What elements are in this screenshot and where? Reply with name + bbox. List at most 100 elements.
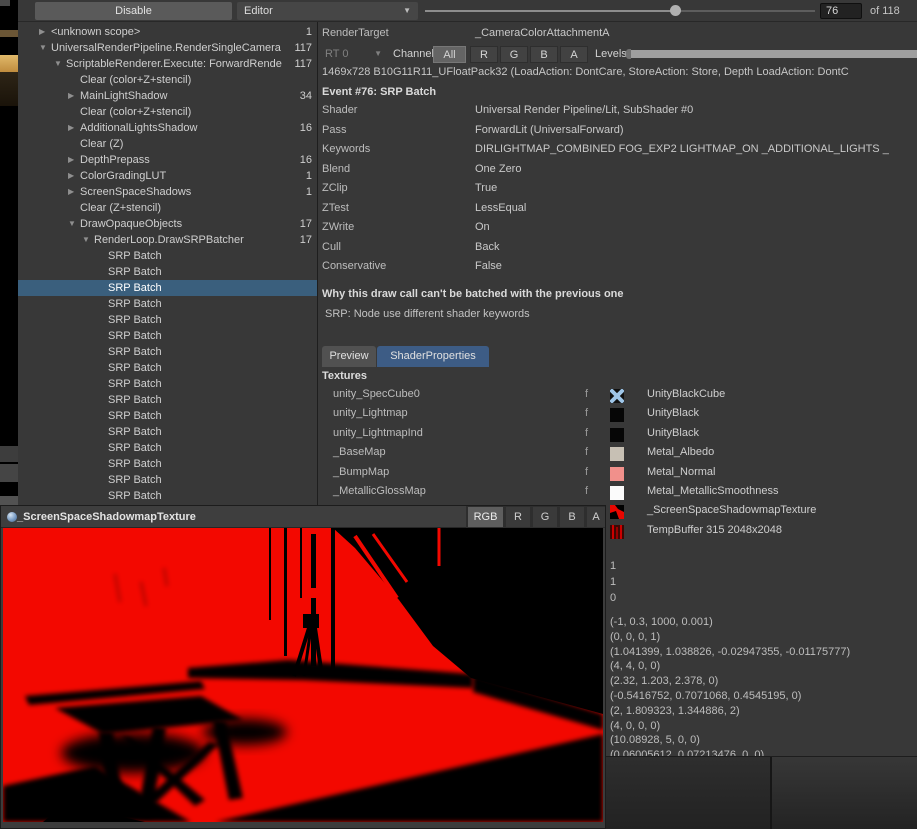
tree-row[interactable]: SRP Batch bbox=[18, 376, 317, 392]
preview-channel-button-g[interactable]: G bbox=[533, 507, 557, 527]
tree-row-count: 1 bbox=[306, 168, 312, 184]
tab-preview[interactable]: Preview bbox=[322, 346, 376, 367]
preview-channel-button-rgb[interactable]: RGB bbox=[468, 507, 503, 527]
event-slider-handle[interactable] bbox=[670, 5, 681, 16]
scene-crate-fragment bbox=[0, 30, 18, 37]
tree-row[interactable]: SRP Batch bbox=[18, 312, 317, 328]
tree-row[interactable]: ▶AdditionalLightsShadow16 bbox=[18, 120, 317, 136]
tree-row[interactable]: SRP Batch bbox=[18, 328, 317, 344]
preview-channel-button-a[interactable]: A bbox=[587, 507, 605, 527]
vector-value: (0, 0, 0, 1) bbox=[610, 631, 660, 643]
chevron-down-icon[interactable]: ▼ bbox=[39, 40, 49, 56]
tree-row-label: SRP Batch bbox=[108, 392, 287, 408]
vector-value: (10.08928, 5, 0, 0) bbox=[610, 734, 700, 746]
levels-track[interactable] bbox=[625, 50, 917, 58]
texture-name[interactable]: Metal_Albedo bbox=[647, 446, 714, 458]
chevron-down-icon[interactable]: ▼ bbox=[68, 216, 78, 232]
rt-index-dropdown[interactable]: RT 0 ▼ bbox=[320, 45, 386, 63]
event-number-field[interactable]: 76 bbox=[820, 3, 862, 19]
texture-name[interactable]: TempBuffer 315 2048x2048 bbox=[647, 524, 782, 536]
tree-row[interactable]: ▶ColorGradingLUT1 bbox=[18, 168, 317, 184]
tree-row[interactable]: SRP Batch bbox=[18, 424, 317, 440]
preview-titlebar[interactable]: _ScreenSpaceShadowmapTexture RGBRGBA bbox=[1, 506, 605, 528]
tree-row[interactable]: Clear (color+Z+stencil) bbox=[18, 104, 317, 120]
tree-row-label: SRP Batch bbox=[108, 312, 287, 328]
texture-name[interactable]: UnityBlack bbox=[647, 407, 699, 419]
background-ui-fragment bbox=[0, 464, 18, 482]
disable-button[interactable]: Disable bbox=[35, 2, 232, 20]
texture-thumbnail-icon[interactable] bbox=[610, 467, 624, 481]
preview-channel-button-r[interactable]: R bbox=[506, 507, 530, 527]
preview-channel-button-b[interactable]: B bbox=[560, 507, 584, 527]
tree-row[interactable]: SRP Batch bbox=[18, 248, 317, 264]
property-label: Conservative bbox=[322, 260, 386, 272]
tree-row[interactable]: SRP Batch bbox=[18, 488, 317, 504]
texture-flag: f bbox=[585, 466, 588, 478]
texture-thumbnail-icon[interactable] bbox=[610, 525, 624, 539]
preview-title: _ScreenSpaceShadowmapTexture bbox=[17, 506, 196, 528]
channel-button-a[interactable]: A bbox=[560, 46, 588, 63]
texture-thumbnail-icon[interactable] bbox=[610, 389, 624, 403]
tree-row-count: 17 bbox=[300, 216, 312, 232]
tree-row[interactable]: SRP Batch bbox=[18, 440, 317, 456]
vector-value: (1.041399, 1.038826, -0.02947355, -0.011… bbox=[610, 646, 850, 658]
tree-row[interactable]: ▼RenderLoop.DrawSRPBatcher17 bbox=[18, 232, 317, 248]
event-slider[interactable] bbox=[425, 10, 815, 12]
property-label: Blend bbox=[322, 163, 350, 175]
tree-row[interactable]: ▶DepthPrepass16 bbox=[18, 152, 317, 168]
texture-name[interactable]: _ScreenSpaceShadowmapTexture bbox=[647, 504, 816, 516]
tree-row-label: SRP Batch bbox=[108, 488, 287, 504]
tree-row[interactable]: Clear (Z+stencil) bbox=[18, 200, 317, 216]
tree-row[interactable]: SRP Batch bbox=[18, 408, 317, 424]
levels-label: Levels bbox=[595, 45, 627, 63]
tree-row[interactable]: SRP Batch bbox=[18, 264, 317, 280]
texture-name[interactable]: Metal_MetallicSmoothness bbox=[647, 485, 778, 497]
tree-row[interactable]: ▶MainLightShadow34 bbox=[18, 88, 317, 104]
channel-button-g[interactable]: G bbox=[500, 46, 528, 63]
channel-button-all[interactable]: All bbox=[433, 46, 466, 63]
tree-row[interactable]: SRP Batch bbox=[18, 392, 317, 408]
tree-row[interactable]: ▼UniversalRenderPipeline.RenderSingleCam… bbox=[18, 40, 317, 56]
chevron-down-icon: ▼ bbox=[374, 45, 382, 63]
chevron-right-icon[interactable]: ▶ bbox=[68, 120, 78, 136]
tree-row[interactable]: SRP Batch bbox=[18, 472, 317, 488]
tree-row[interactable]: Clear (Z) bbox=[18, 136, 317, 152]
chevron-down-icon[interactable]: ▼ bbox=[54, 56, 64, 72]
chevron-right-icon[interactable]: ▶ bbox=[68, 168, 78, 184]
texture-flag: f bbox=[585, 427, 588, 439]
texture-name[interactable]: UnityBlackCube bbox=[647, 388, 725, 400]
chevron-right-icon[interactable]: ▶ bbox=[68, 88, 78, 104]
tree-row[interactable]: SRP Batch bbox=[18, 280, 317, 296]
texture-thumbnail-icon[interactable] bbox=[610, 408, 624, 422]
tree-row[interactable]: SRP Batch bbox=[18, 344, 317, 360]
event-title: Event #76: SRP Batch bbox=[322, 86, 436, 98]
vector-value: (-0.5416752, 0.7071068, 0.4545195, 0) bbox=[610, 690, 801, 702]
tree-row[interactable]: ▶ScreenSpaceShadows1 bbox=[18, 184, 317, 200]
chevron-down-icon[interactable]: ▼ bbox=[82, 232, 92, 248]
tree-row-label: SRP Batch bbox=[108, 360, 287, 376]
tree-row[interactable]: ▼DrawOpaqueObjects17 bbox=[18, 216, 317, 232]
tree-row[interactable]: SRP Batch bbox=[18, 296, 317, 312]
chevron-right-icon[interactable]: ▶ bbox=[68, 184, 78, 200]
chevron-right-icon[interactable]: ▶ bbox=[68, 152, 78, 168]
channel-button-b[interactable]: B bbox=[530, 46, 558, 63]
texture-thumbnail-icon[interactable] bbox=[610, 486, 624, 500]
target-selector-dropdown[interactable]: Editor ▼ bbox=[237, 2, 418, 20]
levels-range-slider[interactable] bbox=[625, 49, 917, 59]
texture-thumbnail-icon[interactable] bbox=[610, 428, 624, 442]
tree-row[interactable]: SRP Batch bbox=[18, 456, 317, 472]
tab-shader-properties[interactable]: ShaderProperties bbox=[377, 346, 489, 367]
tree-row[interactable]: ▶<unknown scope>1 bbox=[18, 24, 317, 40]
chevron-right-icon[interactable]: ▶ bbox=[39, 24, 49, 40]
levels-min-handle[interactable] bbox=[626, 49, 631, 59]
texture-name[interactable]: UnityBlack bbox=[647, 427, 699, 439]
tree-row-label: SRP Batch bbox=[108, 344, 287, 360]
tree-row[interactable]: SRP Batch bbox=[18, 360, 317, 376]
texture-name[interactable]: Metal_Normal bbox=[647, 466, 715, 478]
texture-thumbnail-icon[interactable] bbox=[610, 447, 624, 461]
texture-thumbnail-icon[interactable] bbox=[610, 505, 624, 519]
tree-row[interactable]: Clear (color+Z+stencil) bbox=[18, 72, 317, 88]
tree-row[interactable]: ▼ScriptableRenderer.Execute: ForwardRend… bbox=[18, 56, 317, 72]
channel-button-r[interactable]: R bbox=[470, 46, 498, 63]
event-total-label: of 118 bbox=[870, 0, 900, 22]
